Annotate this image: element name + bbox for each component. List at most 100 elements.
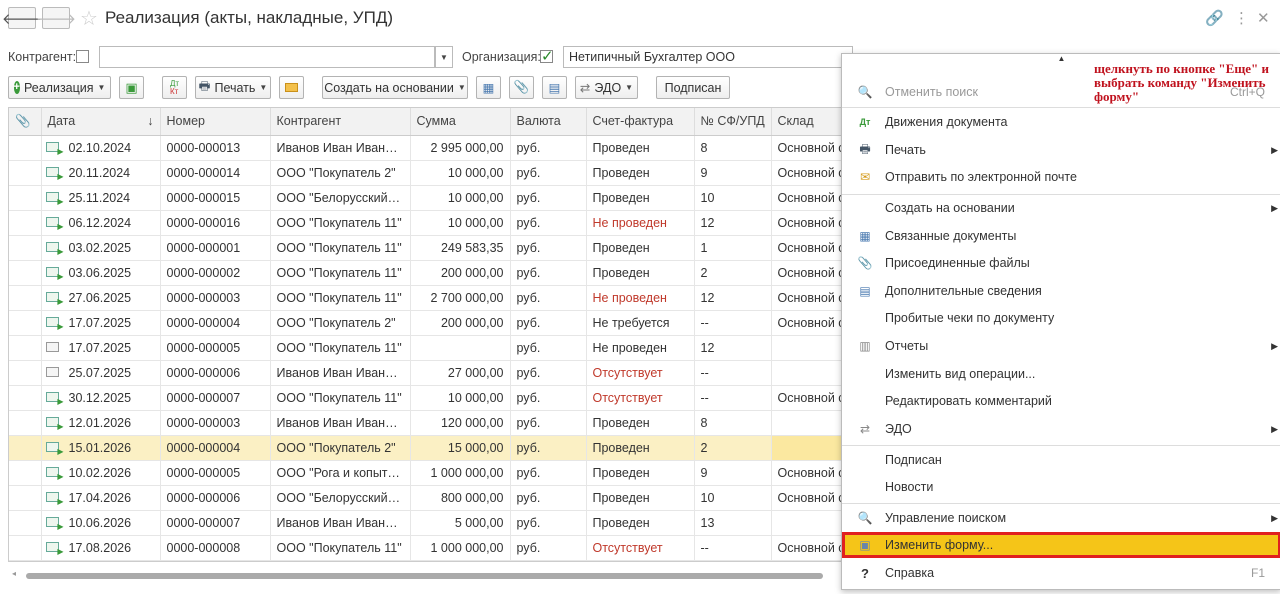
table-row[interactable]: 17.08.2026 0000-000008ООО "Покупатель 11"… <box>9 535 848 561</box>
column-header-currency[interactable]: Валюта <box>510 108 587 136</box>
column-header-sum[interactable]: Сумма <box>410 108 511 136</box>
table-row[interactable]: 15.01.2026 0000-000004ООО "Покупатель 2"1… <box>9 435 848 461</box>
menu-item-label: Отправить по электронной почте <box>885 170 1077 184</box>
counterparty-dropdown-button[interactable]: ▼ <box>435 46 453 68</box>
linked-docs-button[interactable]: ▦ <box>476 76 501 99</box>
sum-cell: 10 000,00 <box>410 210 511 236</box>
menu-item[interactable]: ? Справка F1 <box>842 560 1280 586</box>
movements-button[interactable]: Дт Кт <box>162 76 187 99</box>
column-header-counterparty[interactable]: Контрагент <box>270 108 411 136</box>
table-row[interactable]: 25.07.2025 0000-000006 Иванов Иван Иванови… <box>9 360 848 386</box>
invoice-cell: Проведен <box>586 235 695 261</box>
date-cell: 15.01.2026 <box>41 435 161 461</box>
status-cell <box>9 410 42 436</box>
realization-create-button[interactable]: + Реализация ▼ <box>8 76 111 99</box>
post-document-button[interactable]: ▣ <box>119 76 144 99</box>
column-header-invoice[interactable]: Счет-фактура <box>586 108 695 136</box>
sum-cell: 10 000,00 <box>410 185 511 211</box>
info-doc-icon: ▤ <box>859 284 871 298</box>
currency-cell: руб. <box>510 335 587 361</box>
column-header-date[interactable]: Дата ↓ <box>41 108 161 136</box>
menu-item[interactable]: Создать на основании ▶ <box>842 195 1280 221</box>
back-button[interactable]: 🡐 <box>2 7 42 29</box>
posted-document-icon <box>45 291 64 306</box>
attachment-column-header[interactable]: 📎 <box>9 108 42 136</box>
table-row[interactable]: 12.01.2026 0000-000003Иванов Иван Иванови… <box>9 410 848 436</box>
search-cancel-icon: 🔍 <box>857 85 873 99</box>
horizontal-scrollbar[interactable] <box>26 573 823 579</box>
organization-input[interactable]: Нетипичный Бухгалтер ООО <box>563 46 853 68</box>
menu-item[interactable]: Пробитые чеки по документу <box>842 305 1280 331</box>
additional-info-button[interactable]: ▤ <box>542 76 567 99</box>
table-row[interactable]: 02.10.2024 0000-000013Иванов Иван Иванови… <box>9 135 848 161</box>
column-header-number[interactable]: Номер <box>160 108 271 136</box>
number-cell: 0000-000014 <box>160 160 271 186</box>
close-icon[interactable]: ✕ <box>1257 9 1270 27</box>
edo-icon: ⇄ <box>859 422 871 436</box>
date-text: 17.04.2026 <box>68 490 132 505</box>
table-row[interactable]: 30.12.2025 0000-000007ООО "Покупатель 11"… <box>9 385 848 411</box>
menu-item[interactable]: ⇄ ЭДО ▶ <box>842 416 1280 442</box>
organization-label: Организация: <box>462 50 541 64</box>
annotation-text: щелкнуть по кнопке "Еще" и выбрать коман… <box>1094 61 1270 104</box>
table-row[interactable]: 20.11.2024 0000-000014ООО "Покупатель 2"1… <box>9 160 848 186</box>
menu-item[interactable]: ✉ Отправить по электронной почте <box>842 164 1280 190</box>
print-button[interactable]: 🖶 Печать ▼ <box>195 76 271 99</box>
organization-checkbox[interactable] <box>540 47 554 65</box>
table-row[interactable]: 17.07.2025 0000-000004ООО "Покупатель 2"2… <box>9 310 848 336</box>
table-row[interactable]: 10.06.2026 0000-000007Иванов Иван Иванови… <box>9 510 848 536</box>
counterparty-input[interactable] <box>99 46 435 68</box>
menu-item-label: Редактировать комментарий <box>885 394 1052 408</box>
menu-item[interactable]: ▣ Изменить форму... <box>842 532 1280 558</box>
link-icon[interactable]: 🔗 <box>1205 9 1224 27</box>
column-header-sf-number[interactable]: № СФ/УПД <box>694 108 772 136</box>
menu-separator <box>842 107 1280 108</box>
currency-cell: руб. <box>510 285 587 311</box>
scroll-left-icon[interactable]: ◂ <box>12 569 16 578</box>
counterparty-cell: ООО "Покупатель 11" <box>270 535 411 561</box>
counterparty-cell: ООО "Покупатель 11" <box>270 285 411 311</box>
attachments-button[interactable]: 📎 <box>509 76 534 99</box>
invoice-cell: Отсутствует <box>586 360 695 386</box>
posted-document-icon <box>45 516 64 531</box>
table-row[interactable]: 10.02.2026 0000-000005ООО "Рога и копыта … <box>9 460 848 486</box>
menu-item-label: Справка <box>885 566 935 580</box>
edo-button[interactable]: ⇄ ЭДО ▼ <box>575 76 638 99</box>
table-row[interactable]: 06.12.2024 0000-000016ООО "Покупатель 11"… <box>9 210 848 236</box>
date-cell: 06.12.2024 <box>41 210 161 236</box>
menu-item-label: Движения документа <box>885 115 1008 129</box>
menu-item[interactable]: Редактировать комментарий <box>842 388 1280 414</box>
menu-item[interactable]: Изменить вид операции... <box>842 361 1280 387</box>
table-row[interactable]: 03.06.2025 0000-000002ООО "Покупатель 11"… <box>9 260 848 286</box>
column-header-stock[interactable]: Склад <box>771 108 848 136</box>
invoice-cell: Не проведен <box>586 210 695 236</box>
menu-item[interactable]: 🖶 Печать ▶ <box>842 137 1280 163</box>
email-button[interactable] <box>279 76 304 99</box>
counterparty-cell: Иванов Иван Иванович <box>270 510 411 536</box>
menu-item[interactable]: ▥ Отчеты ▶ <box>842 333 1280 359</box>
linked-docs-icon: ▦ <box>859 229 871 243</box>
create-based-button[interactable]: Создать на основании ▼ <box>322 76 468 99</box>
menu-item[interactable]: Дт Движения документа <box>842 109 1280 135</box>
menu-item[interactable]: Подписан <box>842 447 1280 473</box>
forward-button[interactable]: 🡒 <box>36 7 76 29</box>
menu-item[interactable]: ▦ Связанные документы <box>842 223 1280 249</box>
date-cell: 10.02.2026 <box>41 460 161 486</box>
menu-separator <box>842 445 1280 446</box>
sum-cell: 249 583,35 <box>410 235 511 261</box>
table-row[interactable]: 27.06.2025 0000-000003ООО "Покупатель 11"… <box>9 285 848 311</box>
table-row[interactable]: 03.02.2025 0000-000001ООО "Покупатель 11"… <box>9 235 848 261</box>
date-cell: 25.07.2025 <box>41 360 161 386</box>
menu-item[interactable]: ▤ Дополнительные сведения <box>842 278 1280 304</box>
favorite-star-icon[interactable]: ☆ <box>80 6 98 31</box>
table-row[interactable]: 25.11.2024 0000-000015ООО "Белорусский т.… <box>9 185 848 211</box>
signed-button[interactable]: Подписан <box>656 76 730 99</box>
menu-item[interactable]: Новости <box>842 474 1280 500</box>
menu-item-label: Подписан <box>885 453 942 467</box>
menu-item[interactable]: 🔍 Управление поиском ▶ <box>842 505 1280 531</box>
menu-item[interactable]: 📎 Присоединенные файлы <box>842 250 1280 276</box>
table-row[interactable]: 17.07.2025 0000-000005 ООО "Покупатель 11"… <box>9 335 848 361</box>
more-vertical-icon[interactable]: ⋮ <box>1234 9 1249 27</box>
table-row[interactable]: 17.04.2026 0000-000006ООО "Белорусский т.… <box>9 485 848 511</box>
counterparty-checkbox[interactable] <box>76 50 89 63</box>
